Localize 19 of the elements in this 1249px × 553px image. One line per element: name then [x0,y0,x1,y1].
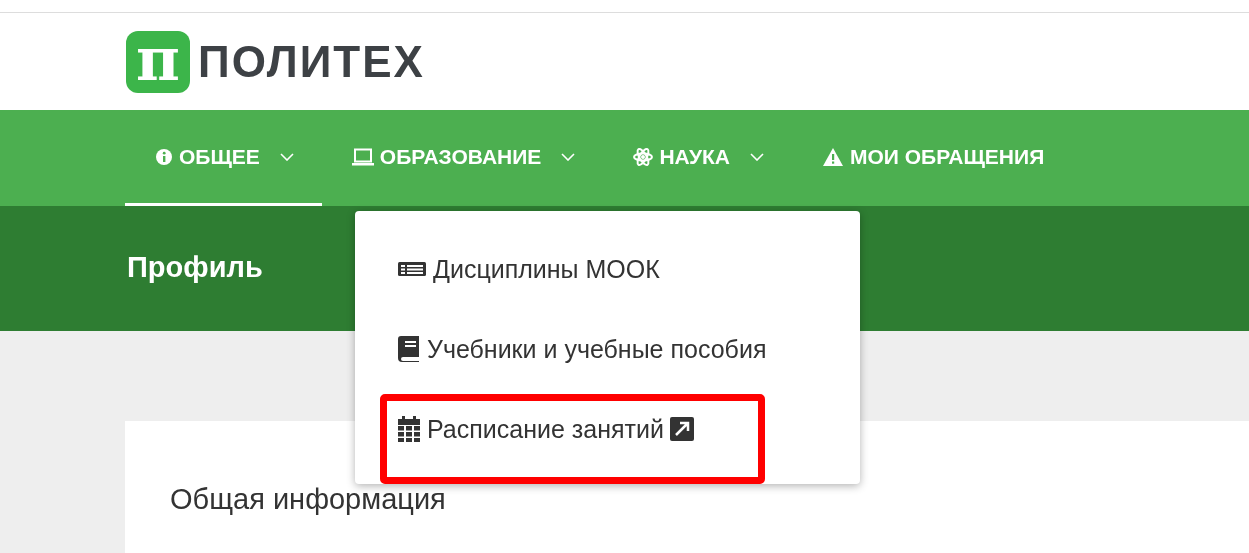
chevron-down-icon [561,152,576,161]
card-title: Общая информация [170,483,447,516]
atom-icon [633,146,654,167]
book-icon [397,335,421,363]
chevron-down-icon [279,152,294,161]
external-link-icon [669,417,694,441]
logo-mark: π [126,30,190,93]
logo[interactable]: π ПОЛИТЕХ [126,30,425,93]
info-icon [155,147,173,166]
laptop-icon [351,147,374,166]
chevron-down-icon [749,152,764,161]
logo-text: ПОЛИТЕХ [198,36,425,87]
menu-item[interactable]: Дисциплины МООК [355,229,860,309]
menu-item[interactable]: Учебники и учебные пособия [355,309,860,389]
menu-item[interactable]: Расписание занятий [355,389,860,469]
calendar-icon [397,416,421,442]
warning-icon [821,146,844,167]
page-title: Профиль [127,251,263,284]
list-icon [397,260,427,278]
